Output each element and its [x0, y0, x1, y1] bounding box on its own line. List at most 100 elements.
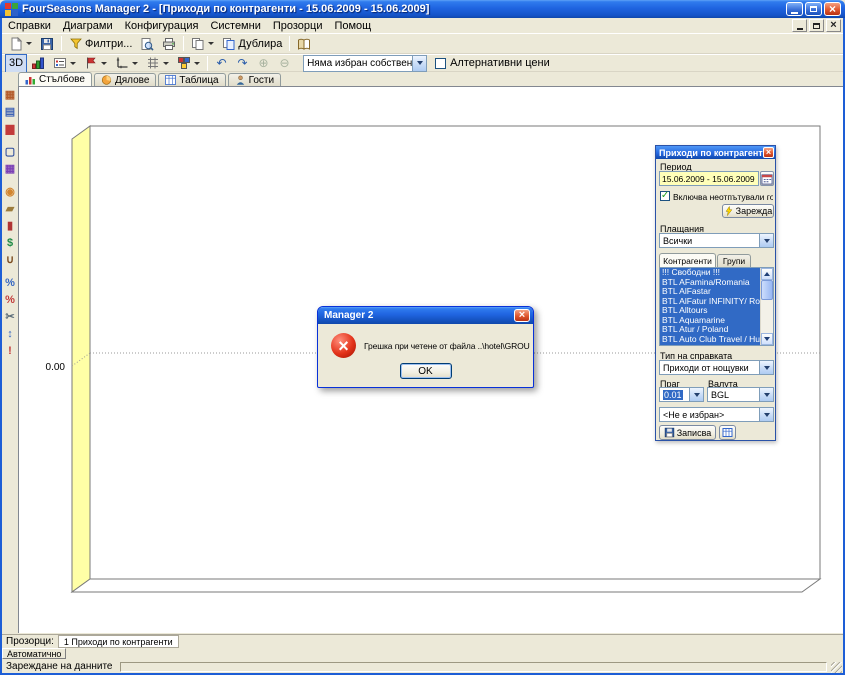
print-button[interactable] [158, 34, 180, 53]
grid-button[interactable] [142, 54, 173, 73]
reservations-table-button[interactable]: ▦ [3, 162, 18, 177]
statistics-button[interactable]: % [3, 276, 18, 291]
main-toolbar: Филтри... Дублира [2, 33, 843, 54]
child-close-button[interactable] [826, 19, 841, 32]
save-report-button[interactable]: Записва [659, 425, 716, 440]
menu-configuration[interactable]: Конфигурация [119, 19, 205, 33]
marks-button[interactable] [80, 54, 111, 73]
ledger-button[interactable]: ▮ [3, 219, 18, 234]
list-item[interactable]: BTL AFamina/Romania [660, 278, 760, 288]
cash-button[interactable]: $ [3, 236, 18, 251]
menu-help[interactable]: Помощ [328, 19, 377, 33]
load-button[interactable]: Зарежда [722, 204, 774, 218]
template-combo[interactable]: <Не е избран> [659, 407, 774, 422]
tab-guests[interactable]: Гости [228, 73, 281, 86]
include-guests-checkbox[interactable] [660, 191, 670, 201]
tab-bars[interactable]: Стълбове [18, 72, 92, 86]
combo-arrow-button[interactable] [759, 388, 773, 401]
period-field[interactable]: 15.06.2009 - 15.06.2009 [659, 171, 759, 186]
alt-prices-checkbox[interactable] [435, 58, 446, 69]
legend-button[interactable] [49, 54, 80, 73]
walls-color-button[interactable] [173, 54, 204, 73]
room-status-button[interactable]: ▤ [3, 105, 18, 120]
scrollbar-thumb[interactable] [761, 280, 773, 300]
list-item[interactable]: BTL Alltours [660, 306, 760, 316]
rotate-right-button[interactable]: ↷ [232, 54, 253, 73]
combo-arrow-button[interactable] [412, 56, 426, 71]
duplicate-button-label: Дублира [238, 38, 282, 50]
combo-arrow-button[interactable] [689, 388, 703, 401]
error-dialog-close-button[interactable] [514, 309, 530, 322]
threshold-field[interactable]: 0.01 [659, 387, 704, 402]
list-item[interactable]: BTL Auto Club Travel / Hunga [660, 335, 760, 345]
child-minimize-button[interactable] [792, 19, 807, 32]
list-scrollbar[interactable] [760, 268, 773, 345]
save-button[interactable] [36, 34, 58, 53]
open-window-button[interactable]: 1 Приходи по контрагенти [58, 635, 179, 648]
3d-toggle-button[interactable]: 3D [5, 54, 27, 73]
list-item[interactable]: BTL Atur / Poland [660, 325, 760, 335]
chart-toolbar: 3D ↶ ↷ ⊕ ⊖ Няма избран собствен [2, 54, 843, 72]
payments-combo[interactable]: Всички [659, 233, 774, 248]
titlebar[interactable]: FourSeasons Manager 2 - [Приходи по конт… [0, 0, 845, 18]
occupancy-chart-button[interactable]: ▆ [3, 122, 18, 137]
guests-button[interactable]: ◉ [3, 185, 18, 200]
manual-button[interactable] [293, 34, 315, 53]
resize-grip[interactable] [831, 662, 842, 673]
currency-combo[interactable]: BGL [707, 387, 774, 402]
combo-arrow-button[interactable] [759, 234, 773, 247]
auto-button[interactable]: Автоматично [2, 648, 66, 659]
zoom-in-button[interactable]: ⊕ [253, 54, 274, 73]
tab-contractors[interactable]: Контрагенти [659, 253, 716, 267]
scroll-down-button[interactable] [761, 333, 773, 345]
combo-arrow-button[interactable] [759, 361, 773, 374]
windows-bar-label: Прозорци: [6, 636, 54, 647]
bar-sales-button[interactable]: ∪ [3, 253, 18, 268]
list-item[interactable]: BTL AlFatur INFINITY/ Romani [660, 297, 760, 307]
list-item[interactable]: !!! Свободни !!! [660, 268, 760, 278]
discounts-button[interactable]: % [3, 293, 18, 308]
new-report-button[interactable] [5, 34, 36, 53]
alerts-button[interactable]: ! [3, 344, 18, 359]
report-type-combo[interactable]: Приходи от нощувки [659, 360, 774, 375]
series-gallery-button[interactable] [27, 54, 49, 73]
maximize-button[interactable] [805, 2, 822, 16]
close-button[interactable] [824, 2, 841, 16]
contractors-list[interactable]: !!! Свободни !!! BTL AFamina/Romania BTL… [659, 267, 774, 346]
ok-button[interactable]: OK [400, 363, 452, 379]
tab-slices[interactable]: Дялове [94, 73, 156, 86]
query-panel-titlebar[interactable]: Приходи по контрагенти [656, 146, 775, 159]
tab-table[interactable]: Таблица [158, 73, 225, 86]
tab-groups[interactable]: Групи [717, 254, 751, 267]
menu-windows[interactable]: Прозорци [267, 19, 329, 33]
combo-arrow-button[interactable] [759, 408, 773, 421]
menu-system[interactable]: Системни [204, 19, 266, 33]
copy-button[interactable] [187, 34, 218, 53]
menu-charts[interactable]: Диаграми [57, 19, 119, 33]
print-preview-button[interactable] [136, 34, 158, 53]
list-item[interactable]: BTL AlFastar [660, 287, 760, 297]
separator [289, 36, 290, 51]
cut-button[interactable]: ✂ [3, 310, 18, 325]
scroll-up-button[interactable] [761, 268, 773, 280]
menu-reports[interactable]: Справки [2, 19, 57, 33]
list-item[interactable]: BTL Aquamarine [660, 316, 760, 326]
calendar-button[interactable] [760, 171, 774, 186]
rotate-left-button[interactable]: ↶ [211, 54, 232, 73]
filter-button[interactable]: Филтри... [65, 34, 136, 53]
terminal-button[interactable]: ▢ [3, 145, 18, 160]
planning-calendar-button[interactable]: ▦ [3, 88, 18, 103]
minimize-button[interactable] [786, 2, 803, 16]
zoom-out-button[interactable]: ⊖ [274, 54, 295, 73]
transfers-button[interactable]: ↕ [3, 327, 18, 342]
stock-button[interactable]: ▰ [3, 202, 18, 217]
axes-button[interactable] [111, 54, 142, 73]
statistics-icon: % [5, 278, 15, 289]
table-view-button[interactable] [719, 425, 736, 440]
child-restore-button[interactable] [809, 19, 824, 32]
owners-combo[interactable]: Няма избран собственици [303, 55, 427, 72]
scrollbar-track[interactable] [761, 300, 773, 333]
query-panel-close-button[interactable] [763, 147, 774, 158]
error-dialog-titlebar[interactable]: Manager 2 [318, 307, 533, 324]
duplicate-button[interactable]: Дублира [218, 34, 286, 53]
